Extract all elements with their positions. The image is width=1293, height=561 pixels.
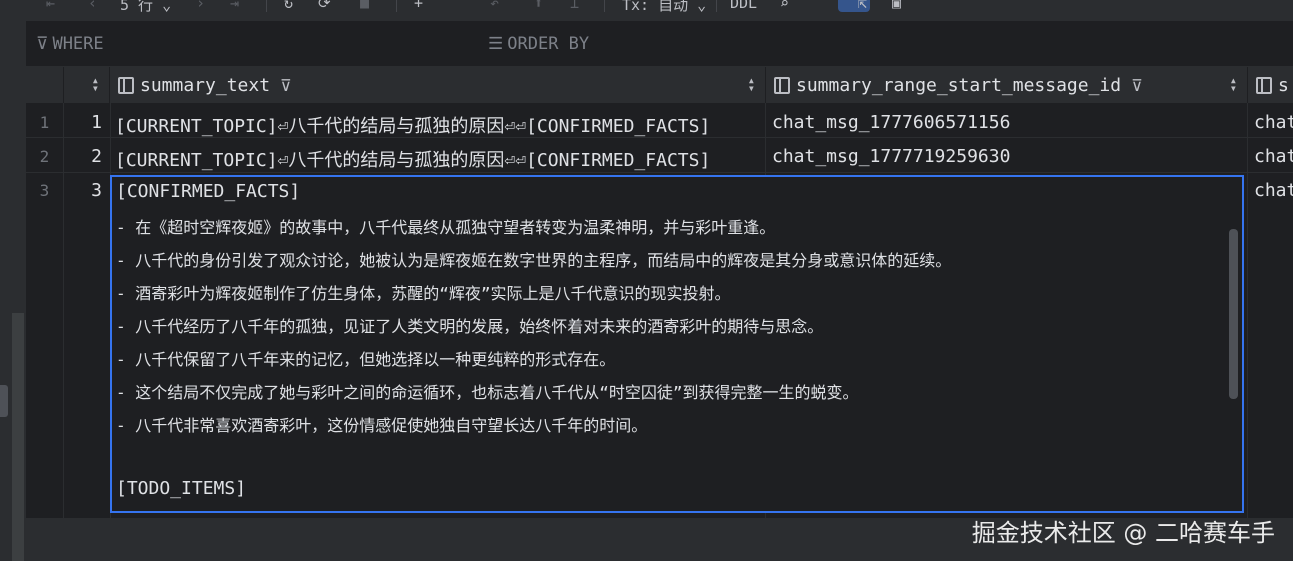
editor-line: - 在《超时空辉夜姬》的故事中，八千代最终从孤独守望者转变为温柔神明，并与彩叶重… xyxy=(116,218,776,237)
results-grid: ▴ ▾ summary_text ⊽ ▴ ▾ summary_range_start… xyxy=(26,67,1293,518)
toolbar-divider xyxy=(396,0,397,12)
row-index: 1 xyxy=(39,113,50,132)
order-by-label: ORDER BY xyxy=(507,34,590,54)
column-icon xyxy=(774,76,790,94)
row-index: 3 xyxy=(39,181,50,200)
column-label: s xyxy=(1278,74,1289,96)
editor-line: - 八千代非常喜欢酒寄彩叶，这份情感促使她独自守望长达八千年的时间。 xyxy=(116,416,648,435)
row-number[interactable]: 2 xyxy=(64,146,102,167)
left-side-panel xyxy=(0,0,26,561)
toolbar-divider xyxy=(266,0,267,12)
column-icon xyxy=(118,76,134,94)
sort-lines-icon: ☰ xyxy=(488,34,504,54)
row-number[interactable]: 3 xyxy=(64,180,102,201)
column-icon xyxy=(1256,76,1272,94)
cell-next[interactable]: chat xyxy=(1254,112,1293,133)
revert-icon[interactable]: ↶ xyxy=(490,0,499,12)
cell-summary-text[interactable]: [CURRENT_TOPIC]⏎八千代的结局与孤独的原因⏎⏎[CONFIRMED… xyxy=(115,146,763,172)
column-header-summary-text[interactable]: summary_text ⊽ ▴ ▾ xyxy=(110,67,766,104)
editor-scrollbar[interactable] xyxy=(1229,229,1238,399)
row-number[interactable]: 1 xyxy=(64,112,102,133)
watermark: 掘金技术社区 @ 二哈赛车手 xyxy=(971,519,1275,547)
cell-next[interactable]: chat xyxy=(1254,180,1293,201)
side-scrollbar[interactable] xyxy=(12,313,24,561)
row-divider xyxy=(26,137,1293,138)
where-filter[interactable]: ⊽ WHERE xyxy=(36,34,104,54)
result-toolbar: ⇤ ‹ 5 行 ⌄ › ⇥ ↻ ⟳ ■ + ↶ ⬆ ⊥ Tx: 自动 ⌄ DDL… xyxy=(26,0,1293,22)
editor-line: [CONFIRMED_FACTS] xyxy=(116,181,301,202)
cell-summary-text[interactable]: [CURRENT_TOPIC]⏎八千代的结局与孤独的原因⏎⏎[CONFIRMED… xyxy=(115,112,763,138)
column-label: summary_text xyxy=(140,74,271,96)
toolbar-divider xyxy=(716,0,717,12)
page-size-label: 5 行 xyxy=(120,0,154,14)
editor-line: - 这个结局不仅完成了她与彩叶之间的命运循环，也标志着八千代从“时空囚徒”到获得… xyxy=(116,383,859,402)
where-label: WHERE xyxy=(52,34,104,54)
next-page-icon[interactable]: › xyxy=(196,0,205,12)
reload-icon[interactable]: ↻ xyxy=(284,0,293,12)
column-filter-icon[interactable]: ⊽ xyxy=(280,76,292,95)
toolbar-divider xyxy=(604,0,605,12)
sort-arrows-icon[interactable]: ▴ ▾ xyxy=(1230,74,1237,94)
editor-line: - 酒寄彩叶为辉夜姬制作了仿生身体，苏醒的“辉夜”实际上是八千代意识的现实投射。 xyxy=(116,284,731,303)
column-header-start-message-id[interactable]: summary_range_start_message_id ⊽ ▴ ▾ xyxy=(766,67,1248,104)
cell-editor-summary-text[interactable]: [CONFIRMED_FACTS] - 在《超时空辉夜姬》的故事中，八千代最终从… xyxy=(110,175,1244,513)
prev-page-icon[interactable]: ‹ xyxy=(88,0,97,12)
sort-arrows-icon[interactable]: ▴ ▾ xyxy=(92,74,99,94)
export-icon[interactable]: ⇱ xyxy=(858,0,867,12)
editor-line: - 八千代保留了八千年来的记忆，但她选择以一种更纯粹的形式存在。 xyxy=(116,350,616,369)
filter-icon: ⊽ xyxy=(36,34,49,54)
order-by-filter[interactable]: ☰ ORDER BY xyxy=(488,34,589,54)
tx-mode-select[interactable]: Tx: 自动 ⌄ xyxy=(622,0,706,15)
cell-start-message-id[interactable]: chat_msg_1777719259630 xyxy=(772,146,1242,167)
sort-arrows-icon[interactable]: ▴ ▾ xyxy=(748,74,755,94)
last-page-icon[interactable]: ⇥ xyxy=(230,0,239,12)
editor-line: - 八千代的身份引发了观众讨论，她被认为是辉夜姬在数字世界的主程序，而结局中的辉… xyxy=(116,251,952,270)
pin-icon[interactable]: ⊥ xyxy=(570,0,579,12)
ddl-button[interactable]: DDL xyxy=(730,0,757,12)
column-header-next[interactable]: s xyxy=(1248,67,1293,104)
side-tab-handle[interactable] xyxy=(0,385,8,417)
add-row-icon[interactable]: + xyxy=(414,0,423,12)
refresh-icon[interactable]: ⟳ xyxy=(318,0,331,12)
row-divider xyxy=(26,172,1293,173)
stop-icon[interactable]: ■ xyxy=(360,0,369,12)
column-label: summary_range_start_message_id xyxy=(796,74,1122,96)
filter-bar: ⊽ WHERE ☰ ORDER BY xyxy=(26,22,1293,67)
row-sort-header[interactable]: ▴ ▾ xyxy=(64,67,110,104)
grid-divider xyxy=(1247,103,1248,518)
tx-mode-label: Tx: 自动 xyxy=(622,0,689,14)
first-page-icon[interactable]: ⇤ xyxy=(46,0,55,12)
rownum-header xyxy=(26,67,64,104)
editor-line: [TODO_ITEMS] xyxy=(116,478,247,499)
cell-start-message-id[interactable]: chat_msg_1777606571156 xyxy=(772,112,1242,133)
editor-line: - 八千代经历了八千年的孤独，见证了人类文明的发展，始终怀着对未来的酒寄彩叶的期… xyxy=(116,317,824,336)
cell-next[interactable]: chat xyxy=(1254,146,1293,167)
column-filter-icon[interactable]: ⊽ xyxy=(1131,76,1143,95)
page-size-select[interactable]: 5 行 ⌄ xyxy=(120,0,171,15)
search-icon[interactable]: ⌕ xyxy=(780,0,789,12)
row-index: 2 xyxy=(39,147,50,166)
submit-icon[interactable]: ⬆ xyxy=(534,0,543,12)
view-mode-icon[interactable]: ▣ xyxy=(892,0,901,12)
